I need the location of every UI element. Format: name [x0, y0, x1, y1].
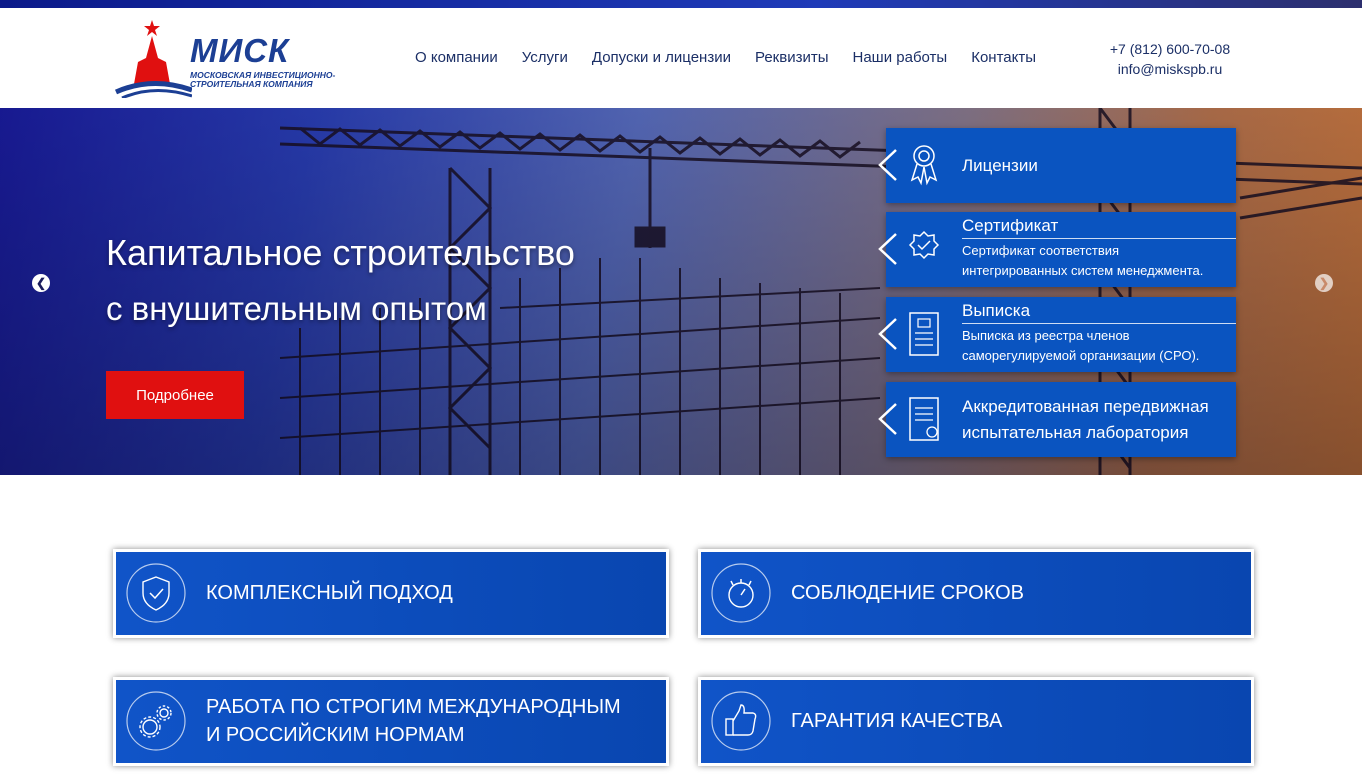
feature-text: Работа по строгим международным и россий…	[206, 693, 621, 749]
hero-slider: ❮ ❯ Капитальное строительство с внушител…	[0, 108, 1362, 475]
panel-desc-line2: саморегулируемой организации (СРО).	[962, 348, 1200, 363]
feature-text: Комплексный подход	[206, 582, 453, 604]
main-nav: О компании Услуги Допуски и лицензии Рек…	[415, 49, 1036, 66]
feature-text-line2: и российским нормам	[206, 724, 465, 746]
shield-check-icon	[126, 563, 186, 623]
chevron-left-icon	[878, 318, 897, 350]
chevron-left-icon	[878, 233, 897, 265]
feature-text-line1: Работа по строгим международным	[206, 696, 621, 718]
hero-title: Капитальное строительство	[106, 232, 575, 273]
logo-name: МИСК	[190, 32, 290, 69]
feature-text: Гарантия качества	[791, 710, 1003, 732]
phone-link[interactable]: +7 (812) 600-70-08	[1090, 39, 1250, 59]
panel-title-line2: испытательная лаборатория	[962, 423, 1189, 442]
thumbs-up-icon	[711, 691, 771, 751]
panel-divider	[962, 323, 1236, 324]
site-header: МИСК Московская инвестиционно-строительн…	[0, 8, 1362, 108]
nav-requisites[interactable]: Реквизиты	[755, 49, 829, 66]
panel-extract[interactable]: Выписка Выписка из реестра членов саморе…	[878, 297, 1236, 372]
top-strip	[0, 0, 1362, 8]
slider-prev-button[interactable]: ❮	[32, 274, 50, 292]
panel-desc-line1: Сертификат соответствия	[962, 243, 1120, 258]
feature-complex-approach: Комплексный подход	[113, 549, 669, 638]
panel-desc-line2: интегрированных систем менеджмента.	[962, 263, 1204, 278]
header-contacts: +7 (812) 600-70-08 info@miskspb.ru	[1090, 39, 1250, 79]
panel-divider	[962, 238, 1236, 239]
chevron-right-icon: ❯	[1318, 276, 1330, 290]
email-link[interactable]: info@miskspb.ru	[1090, 59, 1250, 79]
slider-next-button[interactable]: ❯	[1315, 274, 1333, 292]
gears-icon	[126, 691, 186, 751]
nav-licenses[interactable]: Допуски и лицензии	[592, 49, 731, 66]
panel-title: Выписка	[962, 301, 1031, 320]
feature-standards: Работа по строгим международным и россий…	[113, 677, 669, 766]
chevron-left-icon	[878, 403, 897, 435]
document-icon	[909, 312, 939, 356]
nav-works[interactable]: Наши работы	[853, 49, 948, 66]
panel-laboratory[interactable]: Аккредитованная передвижная испытательна…	[878, 382, 1236, 457]
panel-title: Лицензии	[962, 156, 1038, 175]
nav-services[interactable]: Услуги	[522, 49, 568, 66]
company-logo[interactable]: МИСК Московская инвестиционно-строительн…	[112, 18, 342, 98]
feature-deadlines: Соблюдение сроков	[698, 549, 1254, 638]
panel-description: Выписка из реестра членов саморегулируем…	[962, 326, 1199, 366]
feature-quality: Гарантия качества	[698, 677, 1254, 766]
panel-description: Сертификат соответствия интегрированных …	[962, 241, 1203, 281]
nav-contacts[interactable]: Контакты	[971, 49, 1036, 66]
more-button[interactable]: Подробнее	[106, 371, 244, 419]
stopwatch-icon	[711, 563, 771, 623]
chevron-left-icon: ❮	[35, 276, 47, 290]
kremlin-tower-icon	[114, 20, 192, 98]
panel-title: Сертификат	[962, 216, 1059, 235]
award-ribbon-icon	[910, 145, 938, 186]
hero-subtitle: с внушительным опытом	[106, 290, 487, 327]
nav-about[interactable]: О компании	[415, 49, 498, 66]
panel-title: Аккредитованная передвижная испытательна…	[962, 394, 1209, 446]
panel-desc-line1: Выписка из реестра членов	[962, 328, 1130, 343]
panel-certificate[interactable]: Сертификат Сертификат соответствия интег…	[878, 212, 1236, 287]
panel-title-line1: Аккредитованная передвижная	[962, 397, 1209, 416]
document-seal-icon	[909, 397, 939, 441]
feature-text: Соблюдение сроков	[791, 582, 1024, 604]
logo-subtitle: Московская инвестиционно-строительная ко…	[190, 70, 336, 89]
chevron-left-icon	[878, 149, 897, 181]
panel-licenses[interactable]: Лицензии	[878, 128, 1236, 203]
certificate-badge-icon	[908, 230, 940, 260]
